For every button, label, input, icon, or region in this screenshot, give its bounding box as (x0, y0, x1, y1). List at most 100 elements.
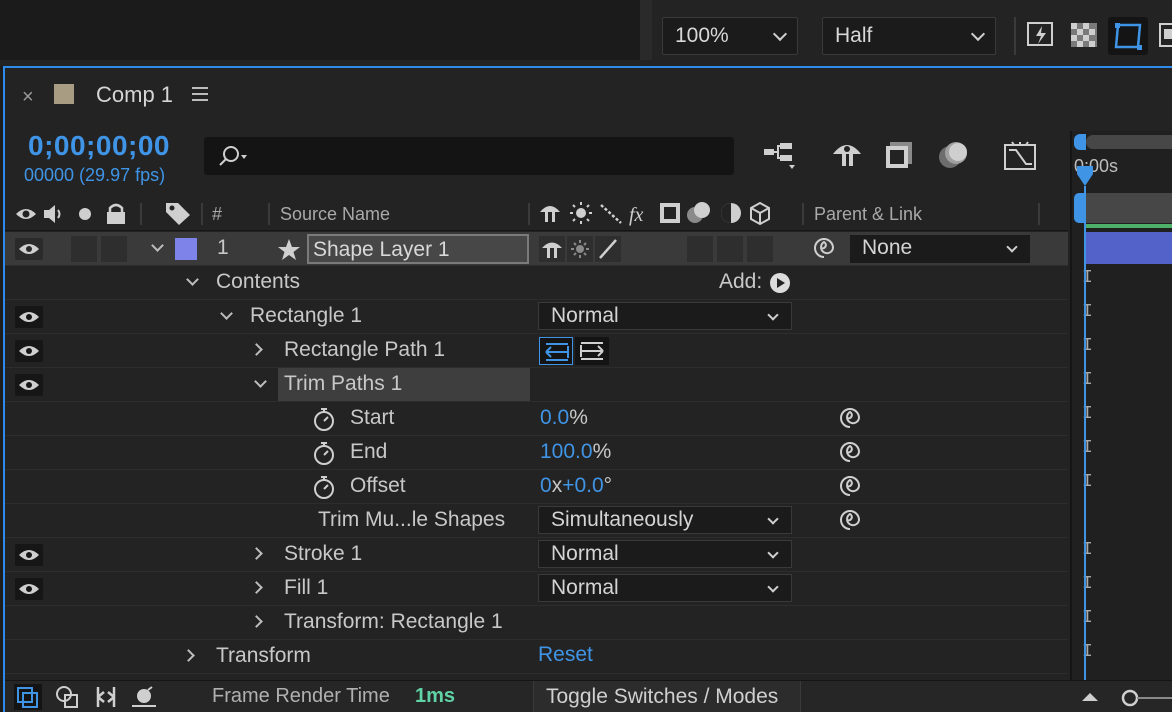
trim-paths-visibility-eye-icon[interactable] (15, 374, 43, 396)
work-area-start-handle[interactable] (1074, 134, 1086, 150)
offset-stopwatch-icon[interactable] (312, 474, 336, 500)
stroke-visibility-eye-icon[interactable] (15, 544, 43, 566)
toggle-switches-modes-button[interactable]: Toggle Switches / Modes (533, 681, 801, 712)
layer-duration-bar[interactable] (1086, 232, 1172, 264)
contents-expand-chevron-icon[interactable] (186, 273, 199, 286)
start-property-row[interactable]: Start 0.0% (5, 402, 1068, 436)
layer-switches-toggle-icon[interactable] (14, 684, 42, 710)
stroke-blend-mode-dropdown[interactable]: Normal (538, 540, 792, 568)
rectangle-path-visibility-eye-icon[interactable] (15, 340, 43, 362)
start-value-group[interactable]: 0.0% (540, 406, 588, 430)
timeline-zoom-slider[interactable] (1118, 688, 1172, 708)
path-direction-normal-icon[interactable] (575, 337, 609, 365)
transform-rectangle-row[interactable]: Transform: Rectangle 1 (5, 606, 1068, 640)
motion-blur-icon[interactable] (936, 140, 970, 170)
parent-pickwhip-icon[interactable] (813, 237, 835, 259)
rectangle-expand-chevron-icon[interactable] (220, 307, 233, 320)
region-of-interest-icon[interactable] (1158, 22, 1172, 48)
lock-switch[interactable] (101, 236, 127, 262)
zoom-out-mountain-icon[interactable] (1080, 688, 1100, 704)
rectangle-visibility-eye-icon[interactable] (15, 306, 43, 328)
viewer-area (0, 0, 645, 60)
current-time-indicator-head[interactable] (1075, 164, 1095, 188)
trim-paths-expand-chevron-icon[interactable] (254, 375, 267, 388)
transfer-controls-toggle-icon[interactable] (54, 684, 82, 710)
trim-multiple-expression-pickwhip-icon[interactable] (839, 509, 861, 531)
rectangle-blend-mode-dropdown[interactable]: Normal (538, 302, 792, 330)
source-name-column-header[interactable]: Source Name (280, 204, 390, 225)
layer-visibility-eye-icon[interactable] (15, 238, 43, 260)
resolution-dropdown[interactable]: Half (822, 17, 996, 55)
fill-row[interactable]: Fill 1 Normal (5, 572, 1068, 606)
layer-search-input[interactable] (204, 137, 734, 175)
collapse-switch-icon[interactable] (567, 236, 593, 262)
offset-value-group[interactable]: 0x+0.0° (540, 474, 612, 498)
frame-blending-icon[interactable] (884, 140, 916, 170)
comp-tab-title[interactable]: Comp 1 (96, 82, 173, 108)
fill-blend-mode-dropdown[interactable]: Normal (538, 574, 792, 602)
transform-row[interactable]: Transform Reset (5, 640, 1068, 674)
offset-revolutions[interactable]: 0 (540, 474, 552, 497)
stroke-row[interactable]: Stroke 1 Normal (5, 538, 1068, 572)
transform-expand-chevron-icon[interactable] (182, 649, 195, 662)
adjustment-layer-switch[interactable] (747, 236, 773, 262)
time-navigator-handle[interactable] (1074, 193, 1084, 223)
panel-menu-icon[interactable] (192, 87, 208, 101)
graph-editor-icon[interactable] (1002, 140, 1038, 172)
av-features-header (14, 202, 134, 226)
rectangle-path-row[interactable]: Rectangle Path 1 (5, 334, 1068, 368)
trim-multiple-shapes-dropdown[interactable]: Simultaneously (538, 506, 792, 534)
stroke-blend-mode-value: Normal (551, 542, 619, 565)
end-expression-pickwhip-icon[interactable] (839, 441, 861, 463)
layer-row[interactable]: 1 Shape Layer 1 None (5, 232, 1068, 266)
transform-rectangle-expand-chevron-icon[interactable] (250, 615, 263, 628)
fill-expand-chevron-icon[interactable] (250, 581, 263, 594)
parent-dropdown[interactable]: None (849, 234, 1031, 264)
mask-path-visibility-icon[interactable] (1108, 17, 1148, 55)
trim-paths-row[interactable]: Trim Paths 1 (5, 368, 1068, 402)
path-direction-reversed-icon[interactable] (539, 337, 573, 365)
layer-name-field[interactable]: Shape Layer 1 (307, 234, 529, 264)
offset-expression-pickwhip-icon[interactable] (839, 475, 861, 497)
start-expression-pickwhip-icon[interactable] (839, 407, 861, 429)
transform-rectangle-label: Transform: Rectangle 1 (284, 610, 503, 633)
zoom-dropdown[interactable]: 100% (662, 17, 798, 55)
comp-mini-flowchart-icon[interactable] (762, 140, 800, 172)
end-value[interactable]: 100.0 (540, 440, 593, 463)
motion-blur-switch[interactable] (717, 236, 743, 262)
frame-blend-switch[interactable] (687, 236, 713, 262)
time-navigator-bar[interactable] (1086, 193, 1172, 223)
offset-property-row[interactable]: Offset 0x+0.0° (5, 470, 1068, 504)
trim-multiple-shapes-label: Trim Mu...le Shapes (318, 508, 506, 531)
fast-previews-icon[interactable] (1026, 20, 1056, 50)
offset-unit: ° (603, 474, 613, 497)
render-status-bar (1086, 224, 1172, 228)
end-value-group[interactable]: 100.0% (540, 440, 611, 464)
shy-switch-icon[interactable] (539, 236, 565, 262)
end-property-row[interactable]: End 100.0% (5, 436, 1068, 470)
offset-degrees[interactable]: +0.0 (562, 474, 603, 497)
fill-visibility-eye-icon[interactable] (15, 578, 43, 600)
layer-expand-chevron-icon[interactable] (151, 239, 164, 252)
rectangle-path-expand-chevron-icon[interactable] (250, 343, 263, 356)
layer-label-color[interactable] (175, 238, 197, 260)
start-stopwatch-icon[interactable] (312, 406, 336, 432)
rectangle-group-row[interactable]: Rectangle 1 Normal (5, 300, 1068, 334)
start-value[interactable]: 0.0 (540, 406, 569, 429)
in-out-toggle-icon[interactable] (92, 684, 120, 710)
close-tab-button[interactable]: × (22, 86, 34, 109)
add-menu-play-icon[interactable] (769, 272, 791, 294)
render-time-toggle-icon[interactable] (130, 684, 158, 710)
solo-switch[interactable] (71, 236, 97, 262)
end-stopwatch-icon[interactable] (312, 440, 336, 466)
trim-multiple-shapes-row[interactable]: Trim Mu...le Shapes Simultaneously (5, 504, 1068, 538)
draft-3d-icon[interactable] (830, 140, 864, 170)
transparency-grid-icon[interactable] (1070, 22, 1098, 48)
work-area-bar[interactable] (1086, 135, 1172, 149)
stroke-expand-chevron-icon[interactable] (250, 547, 263, 560)
quality-switch-icon[interactable] (595, 236, 621, 262)
current-time-indicator-line[interactable] (1084, 186, 1086, 680)
transform-reset-link[interactable]: Reset (538, 643, 593, 667)
current-time-display[interactable]: 0;00;00;00 (28, 130, 170, 162)
end-unit: % (592, 440, 612, 463)
